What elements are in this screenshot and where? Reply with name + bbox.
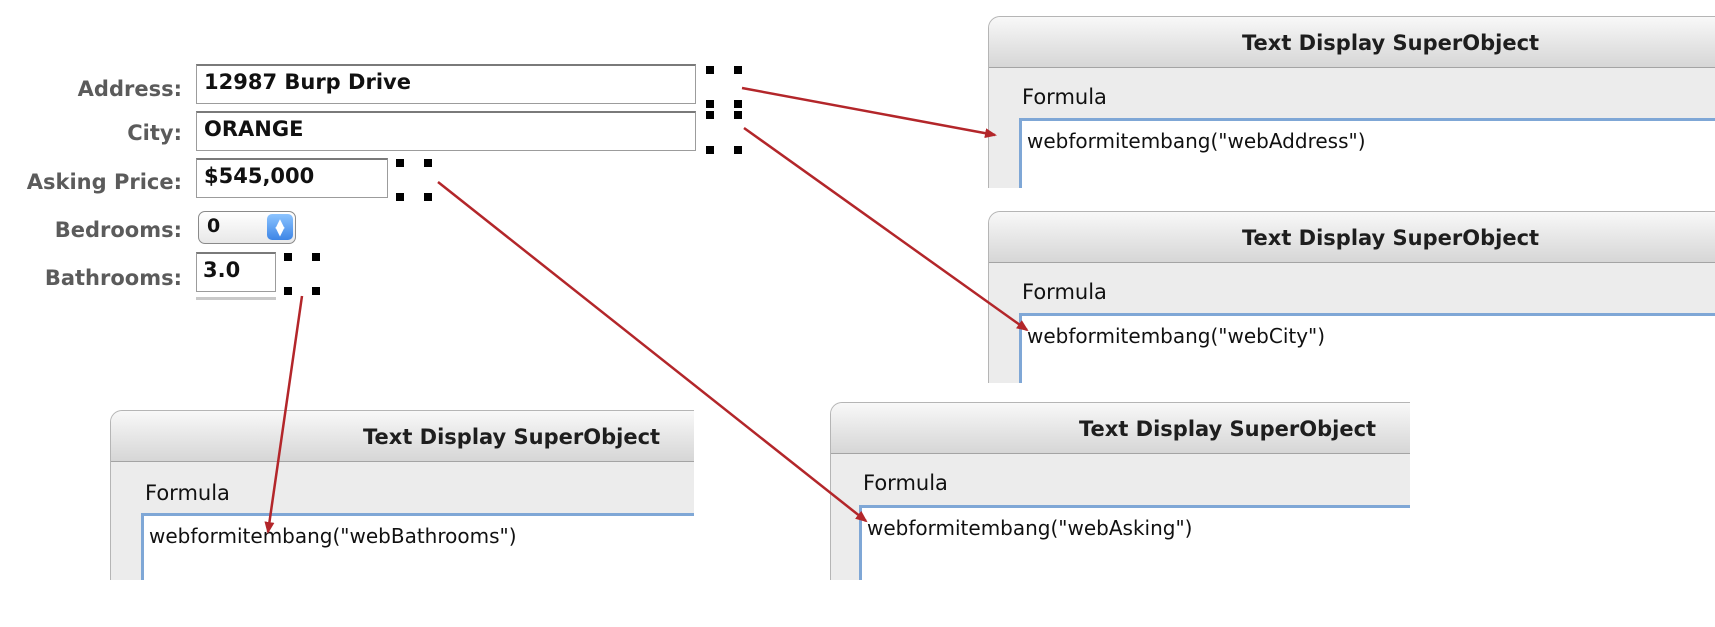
arrow-address bbox=[741, 86, 997, 139]
arrow-bathrooms bbox=[264, 295, 304, 534]
connector-arrows bbox=[264, 86, 1029, 534]
arrow-asking bbox=[437, 181, 868, 523]
arrow-city bbox=[743, 126, 1029, 332]
